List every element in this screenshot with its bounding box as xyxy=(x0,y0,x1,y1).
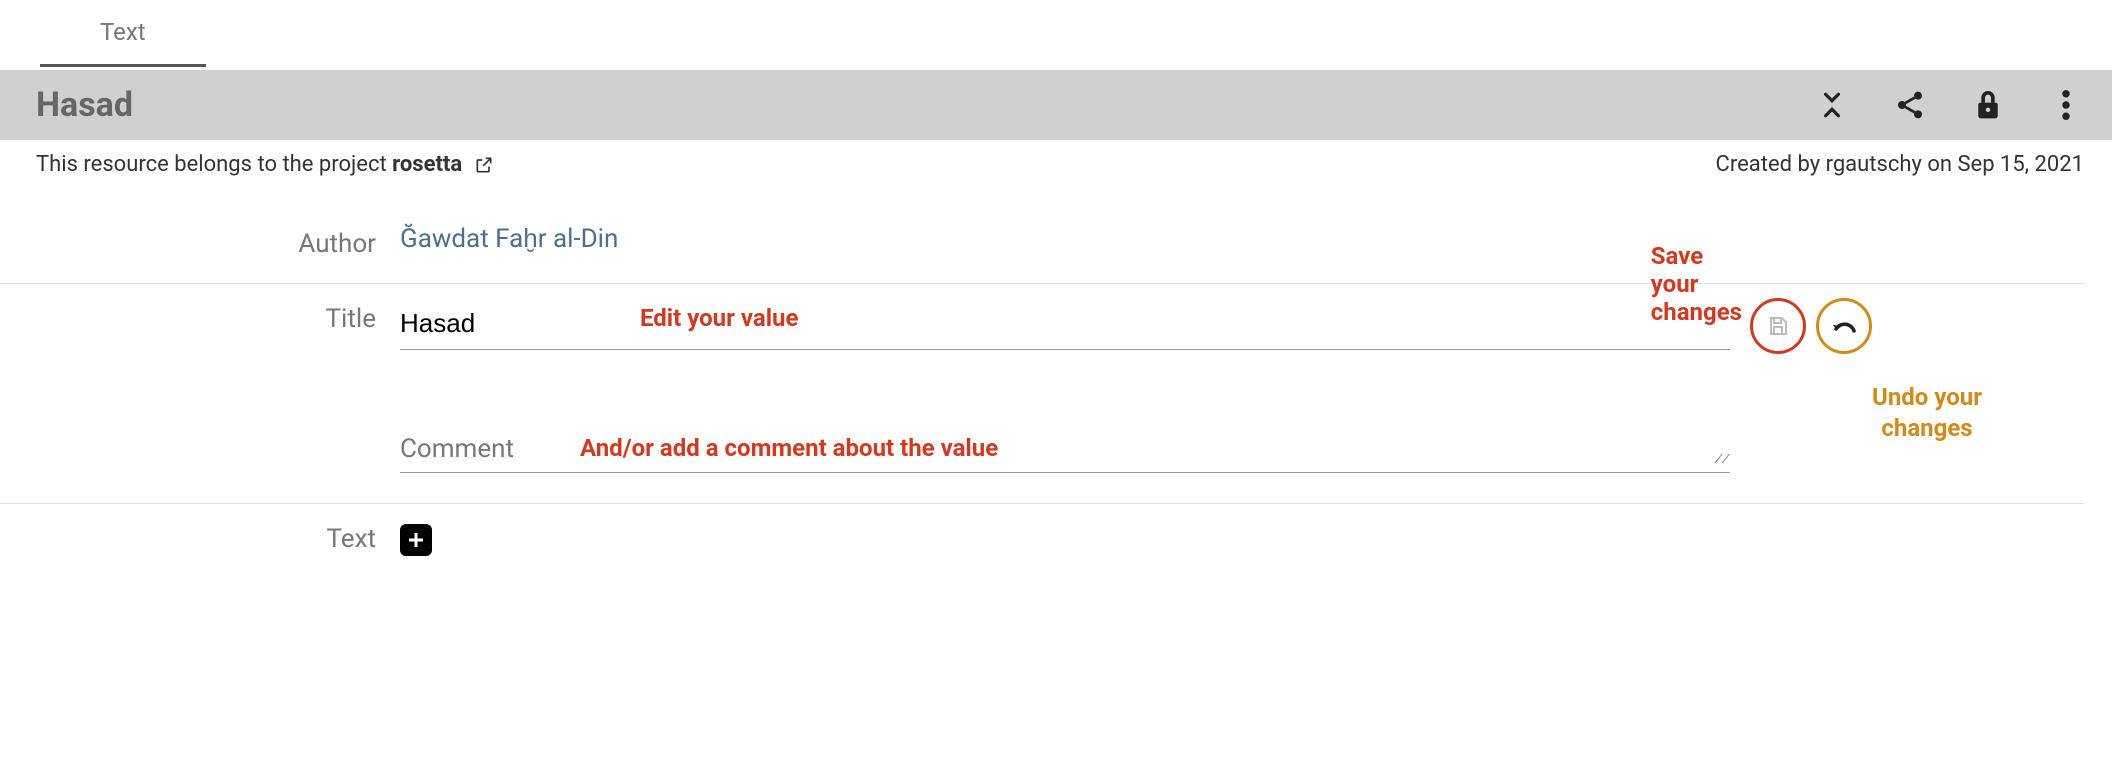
add-text-button[interactable] xyxy=(400,524,432,556)
form-area: Author Ğawdat Faḫr al-Din Title Edit you… xyxy=(0,189,2112,590)
comment-label: Comment xyxy=(400,434,534,464)
annotation-edit: Edit your value xyxy=(640,304,798,332)
annotation-save: Save your changes xyxy=(1651,242,1742,326)
annotation-undo: Undo yourchanges xyxy=(1872,382,1982,444)
meta-row: This resource belongs to the project ros… xyxy=(0,140,2112,189)
annotation-comment: And/or add a comment about the value xyxy=(580,434,998,462)
project-belongs: This resource belongs to the project ros… xyxy=(36,152,1716,177)
created-info: Created by rgautschy on Sep 15, 2021 xyxy=(1716,152,2084,177)
save-button[interactable] xyxy=(1750,298,1806,354)
author-label: Author xyxy=(0,223,400,259)
resize-handle-icon[interactable]: ⁄⁄ xyxy=(1714,449,1732,468)
author-value[interactable]: Ğawdat Faḫr al-Din xyxy=(400,223,618,254)
tab-text[interactable]: Text xyxy=(40,0,206,67)
save-icon xyxy=(1766,314,1790,338)
comment-wrap: Comment And/or add a comment about the v… xyxy=(400,434,1730,473)
resource-header: Hasad xyxy=(0,70,2112,140)
title-action-buttons: Save your changes Undo yourchanges xyxy=(1750,298,1872,354)
project-name[interactable]: rosetta xyxy=(392,152,462,177)
undo-button[interactable] xyxy=(1816,298,1872,354)
title-row: Title Edit your value Save your changes … xyxy=(0,283,2084,473)
belongs-prefix: This resource belongs to the project xyxy=(36,152,392,177)
plus-icon xyxy=(406,530,426,550)
collapse-expand-icon[interactable] xyxy=(1814,87,1850,123)
title-label: Title xyxy=(0,298,400,334)
title-input[interactable] xyxy=(400,302,1730,350)
external-link-icon[interactable] xyxy=(474,155,494,175)
more-vert-icon[interactable] xyxy=(2048,87,2084,123)
undo-icon xyxy=(1830,316,1858,336)
resource-title: Hasad xyxy=(36,85,1814,125)
share-icon[interactable] xyxy=(1892,87,1928,123)
tab-bar: Text xyxy=(0,0,2112,70)
lock-icon[interactable] xyxy=(1970,87,2006,123)
text-label: Text xyxy=(0,518,400,554)
header-actions xyxy=(1814,87,2084,123)
text-row: Text xyxy=(0,503,2084,570)
author-row: Author Ğawdat Faḫr al-Din xyxy=(0,209,2084,273)
